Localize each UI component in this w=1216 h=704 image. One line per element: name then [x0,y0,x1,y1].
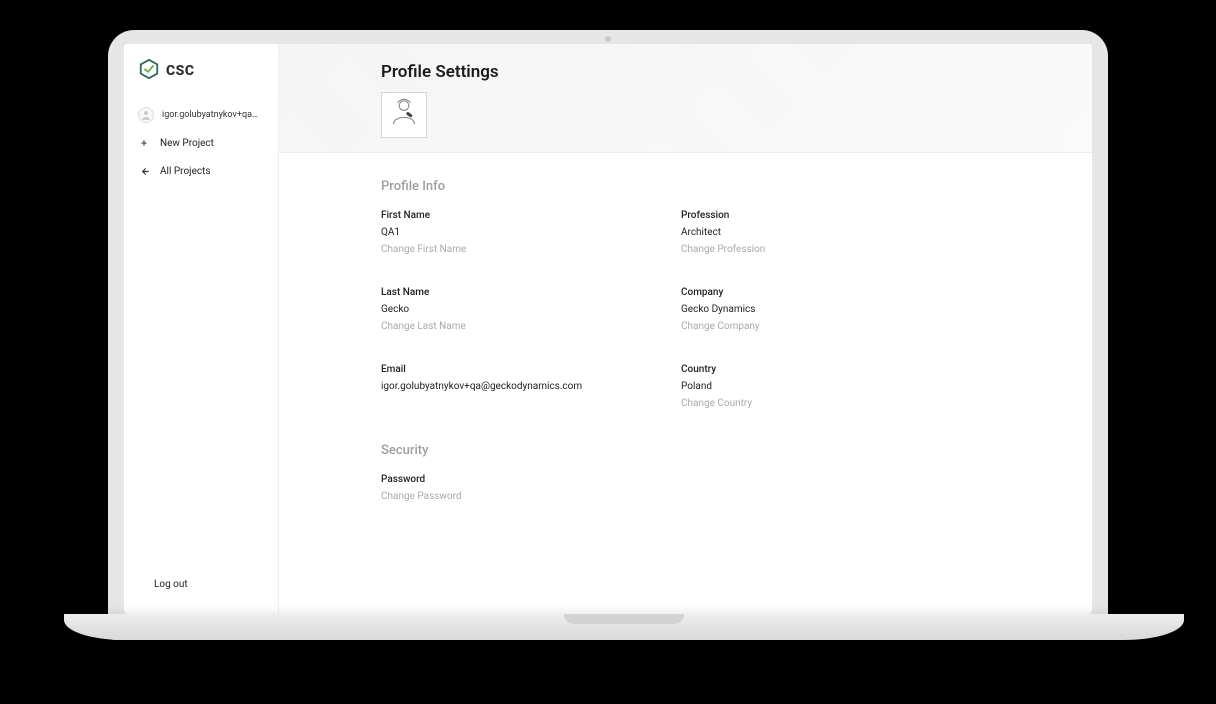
field-label: Country [681,362,941,377]
sidebar-spacer [124,185,278,569]
page-title: Profile Settings [381,62,1064,82]
sidebar-user[interactable]: igor.golubyatnykov+qa@geck… [124,101,278,129]
field-value: Gecko Dynamics [681,302,941,317]
field-value: igor.golubyatnykov+qa@geckodynamics.com [381,379,641,394]
sidebar-item-new-project[interactable]: + New Project [124,129,278,158]
change-country-link[interactable]: Change Country [681,396,941,411]
change-company-link[interactable]: Change Company [681,319,941,334]
avatar-placeholder-icon [387,95,421,135]
profile-info-heading: Profile Info [381,179,1032,194]
laptop-notch [564,614,684,624]
laptop-frame: CSC igor.golubyatnykov+qa@geck… + New Pr… [108,30,1108,640]
security-fields: Password Change Password [381,472,941,504]
security-heading: Security [381,443,1032,458]
sidebar-item-label: New Project [160,138,214,149]
field-label: Profession [681,208,941,223]
logout-label: Log out [154,579,188,590]
brand-logo[interactable]: CSC [124,58,278,101]
camera-dot [605,36,611,42]
field-country: Country Poland Change Country [681,362,941,411]
profile-fields-grid: First Name QA1 Change First Name Profess… [381,208,941,411]
brand-name: CSC [166,63,195,79]
field-label: Password [381,472,941,487]
field-first-name: First Name QA1 Change First Name [381,208,641,257]
sidebar-item-all-projects[interactable]: All Projects [124,158,278,185]
field-last-name: Last Name Gecko Change Last Name [381,285,641,334]
back-arrow-icon [138,166,150,177]
plus-icon: + [138,137,150,150]
field-profession: Profession Architect Change Profession [681,208,941,257]
field-label: Company [681,285,941,300]
field-label: Email [381,362,641,377]
change-first-name-link[interactable]: Change First Name [381,242,641,257]
field-value: Architect [681,225,941,240]
field-label: Last Name [381,285,641,300]
content-area: Profile Info First Name QA1 Change First… [279,153,1092,544]
field-password: Password Change Password [381,472,941,504]
sidebar-item-label: All Projects [160,166,211,177]
sidebar: CSC igor.golubyatnykov+qa@geck… + New Pr… [124,44,279,614]
app-screen: CSC igor.golubyatnykov+qa@geck… + New Pr… [124,44,1092,614]
field-label: First Name [381,208,641,223]
field-value: Gecko [381,302,641,317]
main-area: Profile Settings Profile Info [279,44,1092,614]
page-header: Profile Settings [279,44,1092,153]
logout-link[interactable]: Log out [124,569,278,600]
field-value: Poland [681,379,941,394]
change-password-link[interactable]: Change Password [381,489,941,504]
laptop-base [64,614,1184,640]
logo-icon [138,58,160,83]
field-value: QA1 [381,225,641,240]
change-last-name-link[interactable]: Change Last Name [381,319,641,334]
field-company: Company Gecko Dynamics Change Company [681,285,941,334]
user-avatar-icon [138,107,154,123]
sidebar-user-email: igor.golubyatnykov+qa@geck… [162,110,264,120]
profile-avatar[interactable] [381,92,427,138]
change-profession-link[interactable]: Change Profession [681,242,941,257]
field-email: Email igor.golubyatnykov+qa@geckodynamic… [381,362,641,411]
